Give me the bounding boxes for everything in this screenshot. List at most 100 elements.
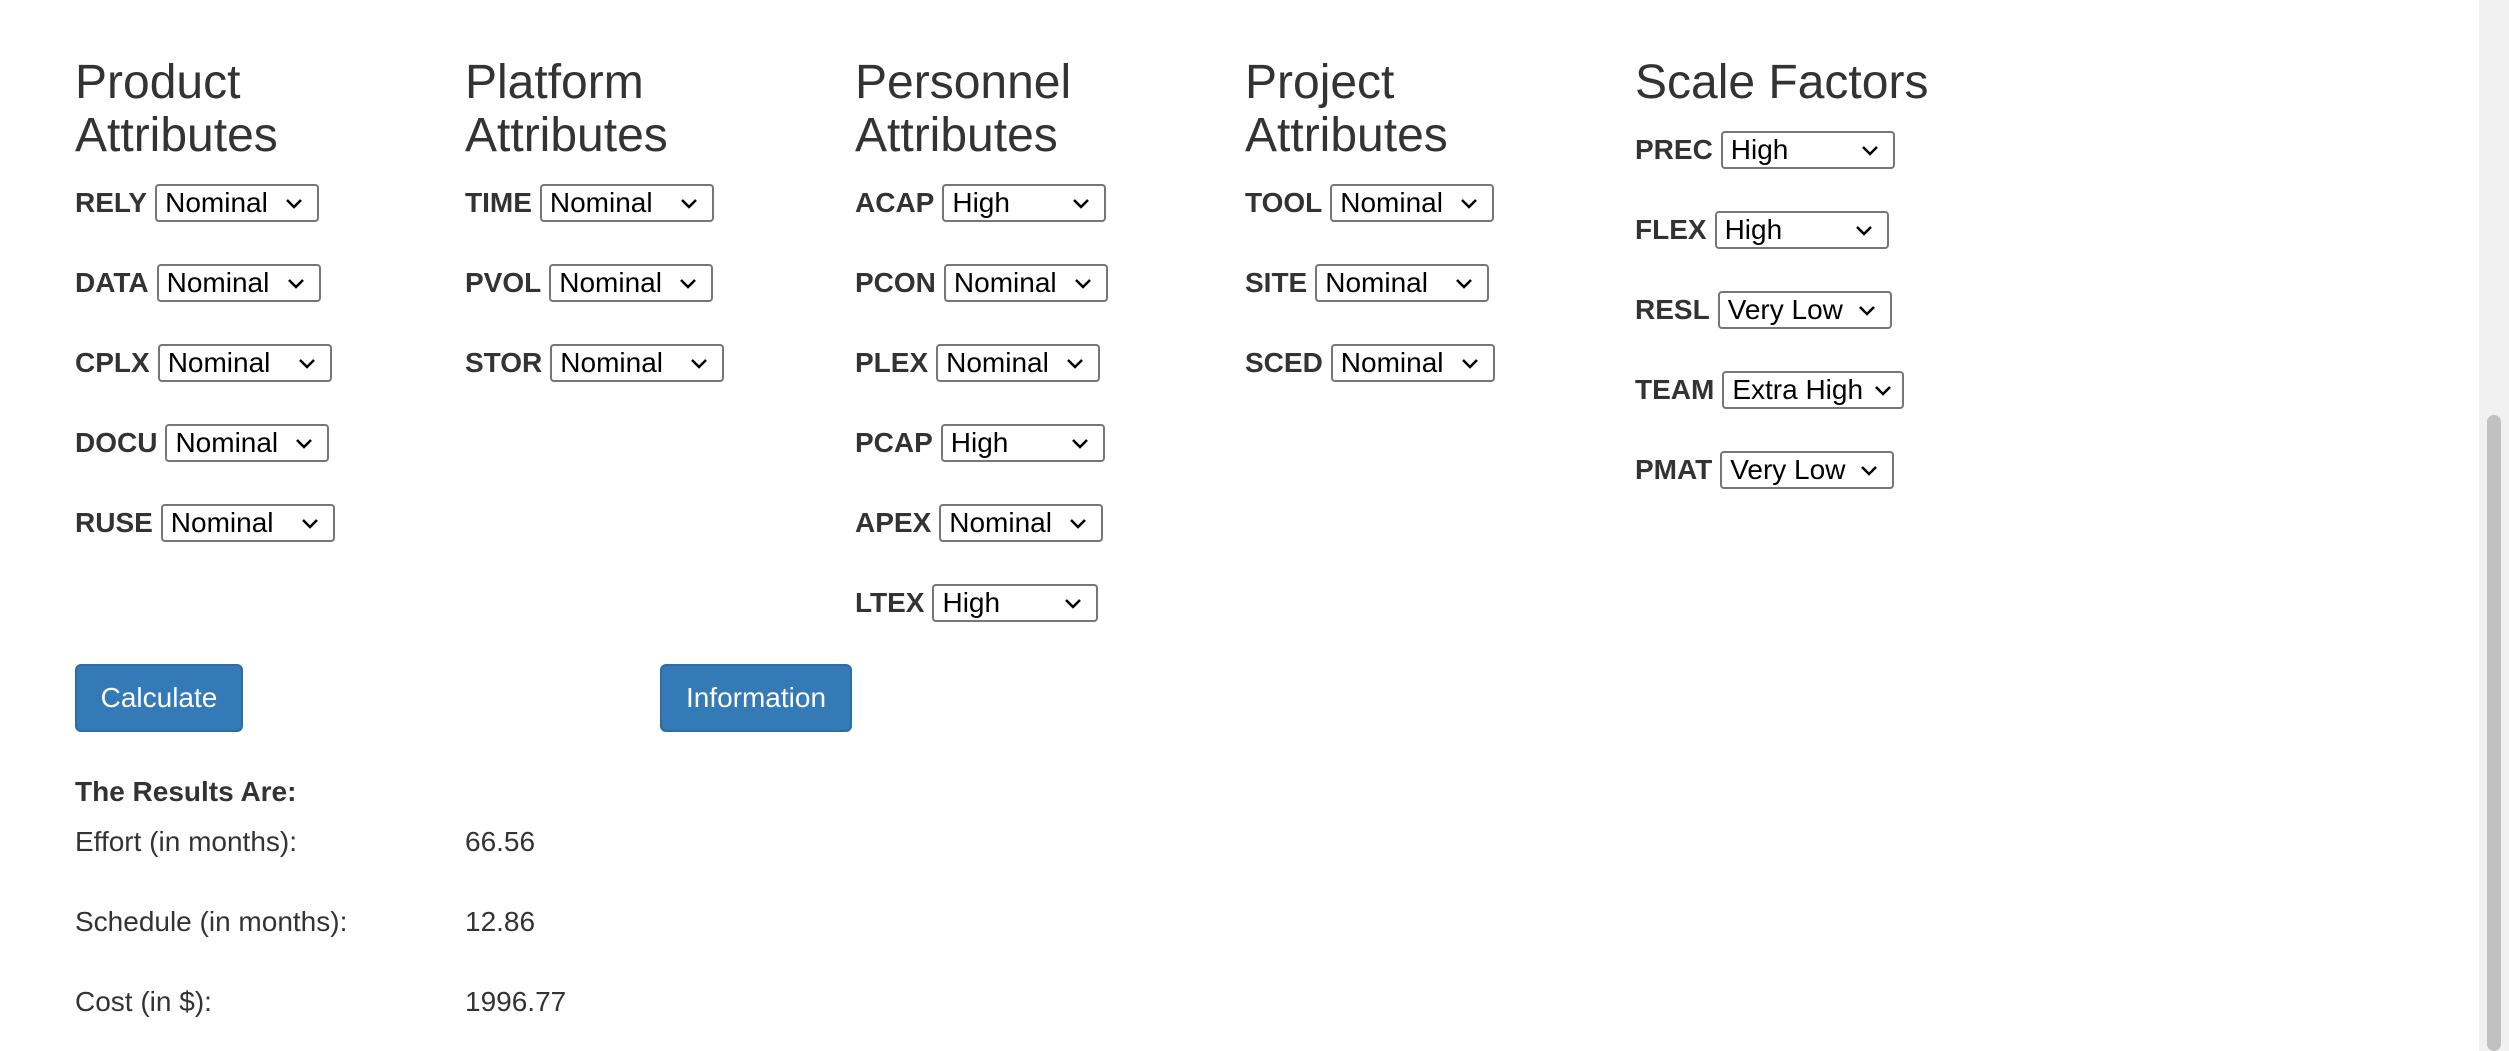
prec-select[interactable]: High: [1720, 131, 1895, 169]
ltex-value: High: [942, 587, 1001, 618]
pvol-select[interactable]: Nominal: [549, 264, 714, 302]
docu-select[interactable]: Nominal: [165, 424, 330, 462]
field-docu: DOCU Nominal: [75, 423, 330, 463]
chevron-down-icon: [1073, 199, 1090, 209]
flex-select[interactable]: High: [1714, 211, 1889, 249]
schedule-label: Schedule (in months):: [75, 906, 348, 937]
chevron-down-icon: [1855, 226, 1872, 236]
plex-select[interactable]: Nominal: [936, 344, 1101, 382]
site-select[interactable]: Nominal: [1315, 264, 1490, 302]
cplx-value: Nominal: [167, 347, 271, 378]
field-acap: ACAP High: [855, 183, 1107, 223]
sced-select[interactable]: Nominal: [1330, 344, 1495, 382]
pmat-select[interactable]: Very Low: [1720, 451, 1895, 489]
team-value: Extra High: [1732, 374, 1864, 405]
chevron-down-icon: [296, 439, 313, 449]
field-pmat: PMAT Very Low: [1635, 450, 1895, 490]
cost-label: Cost (in $):: [75, 986, 212, 1017]
plex-value: Nominal: [946, 347, 1049, 378]
ruse-select[interactable]: Nominal: [160, 504, 335, 542]
acap-select[interactable]: High: [942, 184, 1107, 222]
tool-label: TOOL: [1245, 187, 1323, 218]
results-heading: The Results Are:: [75, 776, 297, 807]
field-ruse: RUSE Nominal: [75, 503, 335, 543]
information-button[interactable]: Information: [660, 664, 852, 732]
field-time: TIME Nominal: [465, 183, 714, 223]
apex-select[interactable]: Nominal: [939, 504, 1104, 542]
field-sced: SCED Nominal: [1245, 343, 1495, 383]
acap-value: High: [952, 187, 1010, 218]
chevron-down-icon: [298, 359, 315, 369]
acap-label: ACAP: [855, 187, 935, 218]
team-select[interactable]: Extra High: [1722, 371, 1905, 409]
field-stor: STOR Nominal: [465, 343, 725, 383]
sced-value: Nominal: [1340, 347, 1444, 378]
stor-value: Nominal: [560, 347, 663, 378]
chevron-down-icon: [1065, 599, 1082, 609]
chevron-down-icon: [1071, 439, 1088, 449]
chevron-down-icon: [1067, 359, 1084, 369]
scale-factors-column: Scale Factors PREC High FLEX High RESL V…: [1635, 56, 2035, 489]
cplx-select[interactable]: Nominal: [157, 344, 332, 382]
field-ltex: LTEX High: [855, 583, 1099, 623]
cost-value: 1996.77: [465, 986, 567, 1017]
chevron-down-icon: [1875, 386, 1892, 396]
field-flex: FLEX High: [1635, 210, 1889, 250]
product-attributes-heading: Product Attributes: [75, 56, 278, 162]
team-label: TEAM: [1635, 374, 1715, 405]
apex-value: Nominal: [949, 507, 1052, 538]
pcon-label: PCON: [855, 267, 936, 298]
ltex-select[interactable]: High: [932, 584, 1099, 622]
time-select[interactable]: Nominal: [539, 184, 714, 222]
chevron-down-icon: [301, 519, 318, 529]
cplx-label: CPLX: [75, 347, 150, 378]
chevron-down-icon: [1461, 359, 1478, 369]
stor-select[interactable]: Nominal: [550, 344, 725, 382]
ltex-label: LTEX: [855, 587, 925, 618]
pmat-value: Very Low: [1730, 454, 1846, 485]
project-attributes-column: Project Attributes TOOL Nominal SITE Nom…: [1245, 56, 1525, 382]
chevron-down-icon: [1461, 199, 1478, 209]
chevron-down-icon: [680, 279, 697, 289]
chevron-down-icon: [1070, 519, 1087, 529]
rely-select[interactable]: Nominal: [155, 184, 320, 222]
chevron-down-icon: [1858, 306, 1875, 316]
data-label: DATA: [75, 267, 149, 298]
time-value: Nominal: [549, 187, 653, 218]
data-select[interactable]: Nominal: [156, 264, 321, 302]
resl-select[interactable]: Very Low: [1717, 291, 1892, 329]
field-resl: RESL Very Low: [1635, 290, 1892, 330]
field-pvol: PVOL Nominal: [465, 263, 714, 303]
tool-select[interactable]: Nominal: [1330, 184, 1495, 222]
plex-label: PLEX: [855, 347, 929, 378]
chevron-down-icon: [287, 279, 304, 289]
rely-label: RELY: [75, 187, 148, 218]
product-attributes-column: Product Attributes RELY Nominal DATA Nom…: [75, 56, 355, 542]
field-cplx: CPLX Nominal: [75, 343, 332, 383]
sced-label: SCED: [1245, 347, 1323, 378]
docu-label: DOCU: [75, 427, 158, 458]
platform-attributes-heading: Platform Attributes: [465, 56, 668, 162]
pcap-select[interactable]: High: [940, 424, 1105, 462]
data-value: Nominal: [166, 267, 270, 298]
chevron-down-icon: [691, 359, 708, 369]
chevron-down-icon: [1075, 279, 1091, 289]
rely-value: Nominal: [165, 187, 268, 218]
personnel-attributes-heading: Personnel Attributes: [855, 56, 1072, 162]
pmat-label: PMAT: [1635, 454, 1713, 485]
pvol-value: Nominal: [559, 267, 662, 298]
apex-label: APEX: [855, 507, 932, 538]
ruse-label: RUSE: [75, 507, 153, 538]
vertical-scrollbar[interactable]: [2479, 0, 2509, 1051]
field-pcon: PCON Nominal: [855, 263, 1108, 303]
field-prec: PREC High: [1635, 130, 1895, 170]
project-attributes-heading: Project Attributes: [1245, 56, 1448, 162]
chevron-down-icon: [286, 199, 302, 209]
field-site: SITE Nominal: [1245, 263, 1490, 303]
pcon-select[interactable]: Nominal: [943, 264, 1108, 302]
scrollbar-thumb[interactable]: [2487, 415, 2501, 1051]
chevron-down-icon: [1861, 146, 1878, 156]
effort-value: 66.56: [465, 826, 536, 857]
calculate-button[interactable]: Calculate: [75, 664, 243, 732]
personnel-attributes-column: Personnel Attributes ACAP High PCON Nomi…: [855, 56, 1135, 622]
